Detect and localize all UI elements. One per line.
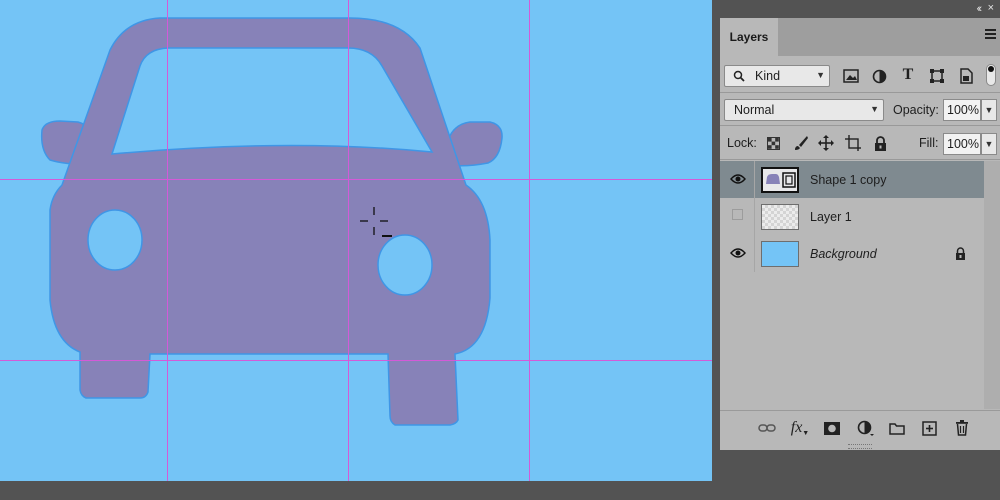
layer-thumbnail: [761, 204, 799, 230]
fx-icon[interactable]: fx ▼: [789, 417, 811, 439]
layers-scrollbar[interactable]: [984, 161, 1000, 409]
image-filter-icon[interactable]: [842, 67, 860, 85]
layer-row-layer-1[interactable]: Layer 1: [720, 198, 984, 235]
smart-object-filter-icon[interactable]: [957, 67, 975, 85]
canvas-artwork: [0, 0, 712, 481]
opacity-dropdown-button[interactable]: ▼: [981, 99, 997, 121]
canvas-bottom-strip: [0, 481, 712, 500]
lock-label: Lock:: [727, 136, 757, 150]
panel-separator: [720, 92, 1000, 93]
layer-thumbnail: [761, 241, 799, 267]
panel-title-bar: ‹‹ ×: [720, 0, 1000, 18]
mask-icon[interactable]: [821, 417, 843, 439]
visibility-toggle[interactable]: [732, 209, 743, 220]
layer-name[interactable]: Shape 1 copy: [810, 173, 886, 187]
lock-pixels-icon[interactable]: [792, 134, 810, 152]
layers-footer-toolbar: fx ▼: [720, 410, 1000, 450]
eye-icon[interactable]: [730, 247, 746, 259]
blend-mode-value: Normal: [734, 103, 775, 117]
panel-tab-bar: Layers: [720, 18, 1000, 56]
layer-thumbnail: [761, 167, 799, 193]
lock-artboard-icon[interactable]: [844, 134, 862, 152]
search-icon: [733, 70, 745, 85]
trash-icon[interactable]: [951, 417, 973, 439]
layer-name[interactable]: Background: [810, 247, 877, 261]
fill-label: Fill:: [919, 136, 939, 150]
adjustment-layer-icon[interactable]: [855, 417, 877, 439]
eye-icon[interactable]: [730, 173, 746, 185]
opacity-label: Opacity:: [893, 103, 939, 117]
type-filter-icon[interactable]: T: [899, 66, 917, 84]
layers-list: Shape 1 copy Layer 1 Background: [720, 161, 1000, 272]
layers-panel: ‹‹ × Layers Kind ▼ T Normal ▼ Opacity: 1…: [720, 0, 1000, 450]
new-layer-icon[interactable]: [918, 417, 940, 439]
lock-transparent-icon[interactable]: [764, 134, 782, 152]
link-icon[interactable]: [756, 417, 778, 439]
filter-kind-select[interactable]: Kind ▼: [724, 65, 830, 87]
filter-kind-label: Kind: [755, 69, 781, 83]
fill-input[interactable]: 100%: [943, 133, 981, 155]
filter-toggle-switch[interactable]: [986, 64, 996, 86]
chevron-down-icon: ▼: [870, 104, 879, 114]
lock-icon: [955, 247, 966, 263]
panel-menu-icon[interactable]: [985, 29, 996, 39]
chevron-down-icon: ▼: [816, 70, 825, 80]
lock-position-icon[interactable]: [817, 134, 835, 152]
close-panel-icon[interactable]: ×: [988, 2, 994, 14]
layer-row-background[interactable]: Background: [720, 235, 984, 272]
shape-filter-icon[interactable]: [928, 67, 946, 85]
panel-separator: [720, 125, 1000, 126]
document-canvas[interactable]: [0, 0, 712, 481]
panel-gutter: [712, 0, 720, 500]
layer-name[interactable]: Layer 1: [810, 210, 852, 224]
panel-separator: [720, 159, 1000, 160]
adjustment-filter-icon[interactable]: [870, 67, 888, 85]
opacity-input[interactable]: 100%: [943, 99, 981, 121]
fill-dropdown-button[interactable]: ▼: [981, 133, 997, 155]
collapse-panels-icon[interactable]: ‹‹: [977, 3, 983, 15]
tab-layers[interactable]: Layers: [720, 18, 778, 56]
lock-all-icon[interactable]: [871, 134, 889, 152]
panel-resize-grip[interactable]: [848, 444, 872, 449]
blend-mode-select[interactable]: Normal ▼: [724, 99, 884, 121]
layer-row-shape-1-copy[interactable]: Shape 1 copy: [720, 161, 984, 198]
group-folder-icon[interactable]: [886, 417, 908, 439]
